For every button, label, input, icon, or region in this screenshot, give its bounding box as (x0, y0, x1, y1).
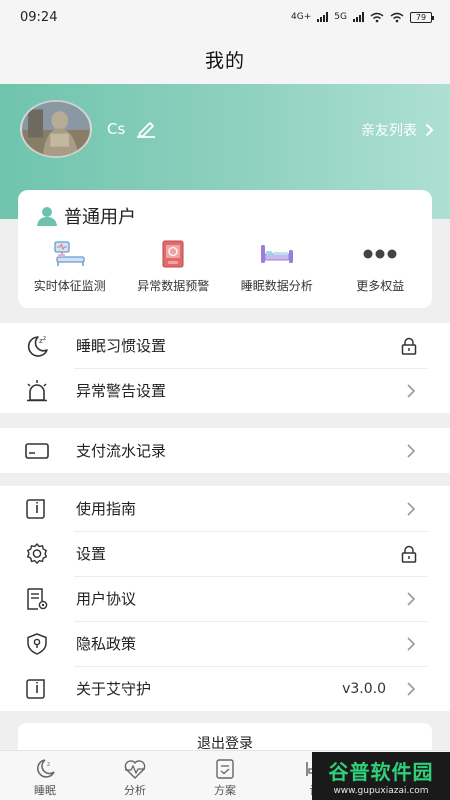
friends-list-label: 亲友列表 (361, 123, 417, 139)
feature-more-benefits[interactable]: 更多权益 (329, 240, 433, 294)
menu-settings[interactable]: 设置 (0, 531, 450, 576)
lock-icon (401, 545, 417, 563)
watermark-logo: 谷普软件园 www.gupuxiazai.com (312, 752, 450, 800)
wifi-icon (370, 12, 384, 22)
signal-icon (317, 12, 329, 22)
menu-group-payment: 支付流水记录 (0, 428, 450, 473)
status-time: 09:24 (20, 9, 58, 25)
guide-scroll-icon (24, 497, 50, 521)
chevron-right-icon (407, 502, 416, 516)
tab-label: 方案 (214, 784, 236, 797)
feature-vital-monitor[interactable]: 实时体征监测 (18, 240, 122, 294)
wifi-icon-2 (390, 12, 404, 22)
status-bar: 09:24 4G+ 5G 79 (0, 0, 450, 34)
menu-sleep-habit[interactable]: z z 睡眠习惯设置 (0, 323, 450, 368)
chevron-right-icon (425, 123, 434, 137)
tab-plan[interactable]: 方案 (180, 751, 270, 800)
menu-user-guide[interactable]: 使用指南 (0, 486, 450, 531)
alarm-box-icon (155, 240, 191, 268)
heartbeat-icon (124, 760, 146, 779)
app-version: v3.0.0 (342, 680, 386, 697)
alarm-light-icon (24, 379, 50, 403)
moon-icon: z (37, 759, 55, 778)
user-icon (37, 207, 57, 226)
chevron-right-icon (407, 444, 416, 458)
tab-analysis[interactable]: 分析 (90, 751, 180, 800)
svg-text:z: z (47, 761, 50, 768)
menu-label: 睡眠习惯设置 (76, 337, 167, 355)
status-indicators: 4G+ 5G 79 (291, 11, 434, 23)
member-level: 普通用户 (36, 203, 136, 229)
feature-label: 睡眠数据分析 (240, 279, 313, 293)
edit-icon[interactable] (135, 120, 157, 138)
plan-icon (216, 759, 234, 779)
menu-label: 隐私政策 (76, 635, 137, 653)
friends-list-link[interactable]: 亲友列表 (361, 120, 434, 140)
menu-label: 用户协议 (76, 590, 137, 608)
menu-about[interactable]: 关于艾守护 v3.0.0 (0, 666, 450, 711)
member-card: 普通用户 实时体征监测 异常数据预警 睡眠数据分析 更多权益 (18, 190, 432, 308)
privacy-shield-icon (24, 632, 50, 656)
tab-sleep[interactable]: z 睡眠 (0, 751, 90, 800)
info-scroll-icon (24, 677, 50, 701)
tab-label: 睡眠 (34, 784, 56, 797)
tab-label: 分析 (124, 784, 146, 797)
menu-privacy-policy[interactable]: 隐私政策 (0, 621, 450, 666)
menu-label: 使用指南 (76, 500, 137, 518)
menu-alert-setting[interactable]: 异常警告设置 (0, 368, 450, 413)
lock-icon (401, 337, 417, 355)
nav-bar: 我的 (0, 34, 450, 84)
monitor-bed-icon (52, 240, 88, 268)
battery-icon: 79 (410, 11, 434, 23)
chevron-right-icon (407, 682, 416, 696)
member-level-label: 普通用户 (64, 207, 136, 228)
username: Cs (107, 120, 126, 138)
avatar-image (22, 102, 90, 156)
chevron-right-icon (407, 637, 416, 651)
feature-sleep-analysis[interactable]: 睡眠数据分析 (225, 240, 329, 294)
agreement-doc-icon (24, 587, 50, 611)
feature-label: 更多权益 (356, 279, 405, 293)
menu-group-sleep: z z 睡眠习惯设置 异常警告设置 (0, 323, 450, 413)
page-title: 我的 (204, 49, 245, 72)
watermark-text: 谷普软件园 (328, 760, 434, 784)
signal-icon-2 (353, 12, 364, 22)
menu-label: 支付流水记录 (76, 442, 167, 460)
svg-text:z: z (43, 335, 46, 342)
network-5g-label: 5G (334, 12, 347, 22)
menu-payment-record[interactable]: 支付流水记录 (0, 428, 450, 473)
menu-label: 关于艾守护 (76, 680, 152, 698)
menu-label: 异常警告设置 (76, 382, 167, 400)
chevron-right-icon (407, 592, 416, 606)
menu-label: 设置 (76, 545, 107, 563)
chevron-right-icon (407, 384, 416, 398)
watermark-url: www.gupuxiazai.com (333, 786, 429, 796)
member-features: 实时体征监测 异常数据预警 睡眠数据分析 更多权益 (18, 240, 432, 294)
network-4g-label: 4G+ (291, 12, 312, 22)
menu-group-info: 使用指南 设置 用户协议 隐私政策 关于艾守护 v3.0.0 (0, 486, 450, 711)
feature-label: 异常数据预警 (137, 279, 210, 293)
bed-icon (259, 240, 295, 268)
feature-abnormal-alert[interactable]: 异常数据预警 (122, 240, 226, 294)
feature-label: 实时体征监测 (33, 279, 106, 293)
card-icon (24, 439, 50, 463)
gear-icon (24, 542, 50, 566)
moon-zz-icon: z z (24, 334, 50, 358)
more-dots-icon (362, 240, 398, 268)
menu-user-agreement[interactable]: 用户协议 (0, 576, 450, 621)
avatar[interactable] (20, 100, 92, 158)
